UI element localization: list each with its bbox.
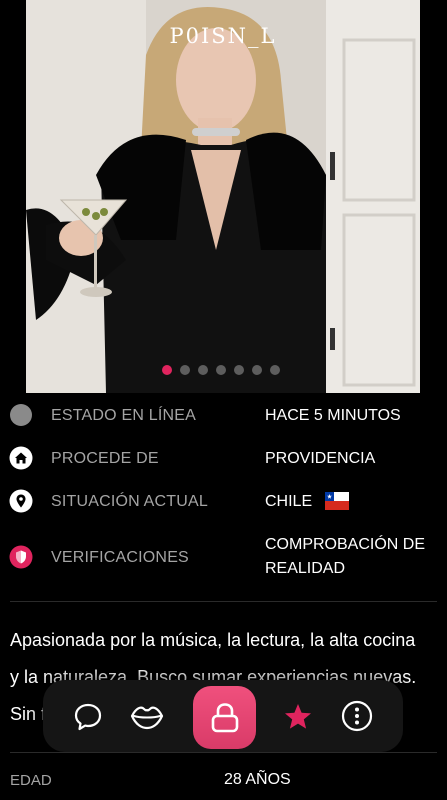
info-value: COMPROBACIÓN DE REALIDAD (265, 536, 426, 577)
info-label: PROCEDE DE (51, 450, 159, 467)
pagination-dot[interactable] (162, 365, 172, 375)
chat-icon[interactable] (73, 702, 103, 737)
pagination-dot[interactable] (216, 365, 226, 375)
pagination-dot[interactable] (252, 365, 262, 375)
info-value: CHILE (265, 490, 349, 514)
action-dock (43, 680, 403, 752)
home-icon (9, 446, 33, 470)
profile-username: P0ISN_L (169, 24, 277, 48)
profile-photo-image (26, 0, 420, 393)
status-dot-icon (10, 404, 32, 426)
info-value: PROVIDENCIA (265, 450, 376, 467)
pagination-dot[interactable] (198, 365, 208, 375)
age-value: 28 AÑOS (224, 771, 291, 788)
location-pin-icon (9, 489, 33, 513)
kiss-lips-icon[interactable] (130, 704, 164, 735)
info-value: HACE 5 MINUTOS (265, 407, 401, 424)
chile-flag-icon (324, 492, 349, 510)
divider (10, 752, 437, 753)
info-label: ESTADO EN LÍNEA (51, 407, 196, 424)
shield-icon (9, 545, 33, 569)
pagination-dot[interactable] (180, 365, 190, 375)
unlock-button[interactable] (193, 686, 256, 749)
more-options-icon[interactable] (341, 700, 373, 737)
info-label: VERIFICACIONES (51, 549, 189, 566)
star-icon[interactable] (283, 702, 313, 737)
divider (10, 601, 437, 602)
pagination-dot[interactable] (270, 365, 280, 375)
info-label: SITUACIÓN ACTUAL (51, 493, 209, 510)
profile-photo[interactable]: P0ISN_L (26, 0, 420, 393)
lock-icon (211, 702, 238, 732)
photo-pagination[interactable] (162, 365, 280, 375)
pagination-dot[interactable] (234, 365, 244, 375)
age-label: EDAD (10, 772, 52, 789)
